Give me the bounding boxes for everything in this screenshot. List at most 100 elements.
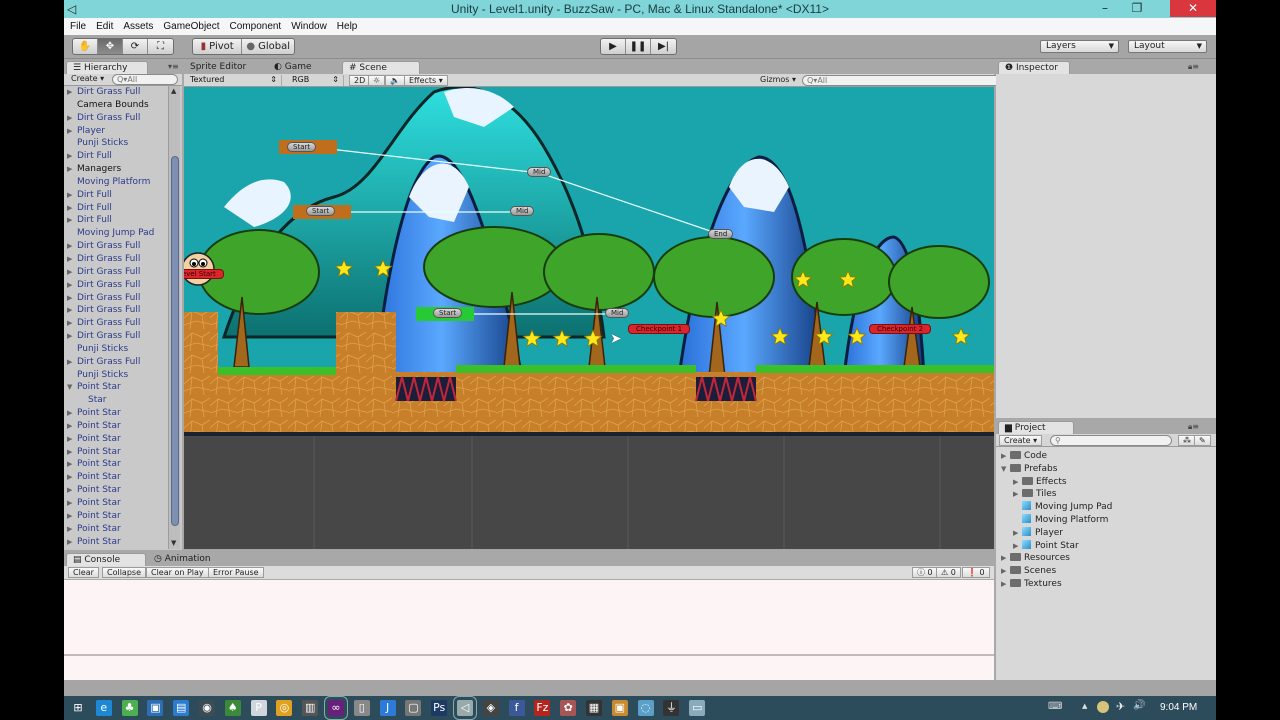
tab-console[interactable]: ▤ Console: [66, 553, 146, 566]
hierarchy-item[interactable]: ▶ Dirt Grass Full: [64, 86, 168, 99]
taskbar-app-jetbrains-icon[interactable]: J: [379, 700, 396, 716]
move-tool-button[interactable]: ✥: [98, 39, 123, 54]
collapsed-arrow-icon[interactable]: ▶: [67, 253, 72, 266]
collapsed-arrow-icon[interactable]: ▶: [67, 214, 72, 227]
tab-scene[interactable]: # Scene: [342, 61, 420, 74]
hierarchy-item[interactable]: Star: [64, 394, 168, 407]
taskbar-app-usb-icon[interactable]: ⏚: [663, 700, 680, 716]
project-item[interactable]: Moving Jump Pad: [1000, 501, 1214, 514]
taskbar-app-qr-icon[interactable]: ▦: [586, 700, 602, 716]
taskbar-app-p-icon[interactable]: P: [250, 700, 267, 716]
taskbar-filezilla-icon[interactable]: Fz: [534, 700, 551, 716]
tab-sprite-editor[interactable]: Sprite Editor: [184, 61, 252, 74]
hierarchy-item[interactable]: ▶ Dirt Grass Full: [64, 292, 168, 305]
collapsed-arrow-icon[interactable]: ▶: [67, 510, 72, 523]
menu-gameobject[interactable]: GameObject: [163, 21, 219, 32]
rotate-tool-button[interactable]: ⟳: [123, 39, 148, 54]
pivot-button[interactable]: ▮ Pivot: [193, 39, 243, 54]
taskbar-photoshop-icon[interactable]: Ps: [431, 700, 448, 716]
project-item[interactable]: ▶ Scenes: [1000, 565, 1214, 578]
error-count-toggle[interactable]: ❗ 0: [962, 567, 990, 578]
collapsed-arrow-icon[interactable]: ▶: [67, 125, 72, 138]
tab-inspector[interactable]: ❶ Inspector: [998, 61, 1070, 74]
menu-assets[interactable]: Assets: [123, 21, 153, 32]
tab-game[interactable]: ◐ Game: [268, 61, 318, 74]
menu-file[interactable]: File: [70, 21, 86, 32]
collapsed-arrow-icon[interactable]: ▶: [67, 536, 72, 549]
global-button[interactable]: ● Global: [242, 39, 294, 54]
collapsed-arrow-icon[interactable]: ▶: [67, 446, 72, 459]
path-mid-label[interactable]: Mid: [605, 308, 630, 318]
collapsed-arrow-icon[interactable]: ▶: [67, 484, 72, 497]
scene-lighting-toggle[interactable]: ☼: [368, 75, 386, 86]
collapsed-arrow-icon[interactable]: ▶: [67, 279, 72, 292]
collapsed-arrow-icon[interactable]: ▶: [67, 86, 72, 99]
collapsed-arrow-icon[interactable]: ▶: [67, 356, 72, 369]
hierarchy-item[interactable]: Punji Sticks: [64, 343, 168, 356]
warning-count-toggle[interactable]: ⚠ 0: [936, 567, 961, 578]
collapsed-arrow-icon[interactable]: ▶: [67, 292, 72, 305]
console-clear-button[interactable]: Clear: [68, 567, 99, 578]
hierarchy-item[interactable]: ▶ Dirt Grass Full: [64, 317, 168, 330]
clock[interactable]: 9:04 PM: [1160, 702, 1197, 713]
project-create-button[interactable]: Create ▾: [999, 435, 1043, 446]
collapsed-arrow-icon[interactable]: ▶: [67, 304, 72, 317]
collapsed-arrow-icon[interactable]: ▶: [67, 150, 72, 163]
collapsed-arrow-icon[interactable]: ▶: [67, 240, 72, 253]
taskbar-app-ring-icon[interactable]: ◌: [637, 700, 654, 716]
hierarchy-item[interactable]: ▶ Point Star: [64, 458, 168, 471]
project-item[interactable]: ▼ Prefabs: [1000, 463, 1214, 476]
hierarchy-item[interactable]: ▶ Player: [64, 125, 168, 138]
project-item[interactable]: ▶ Code: [1000, 450, 1214, 463]
taskbar-steam-icon[interactable]: ◉: [199, 700, 215, 716]
taskbar-app-paper-icon[interactable]: ▯: [353, 700, 370, 716]
taskbar-app-plant-icon[interactable]: ♠: [224, 700, 241, 716]
hierarchy-item[interactable]: ▶ Dirt Grass Full: [64, 112, 168, 125]
hierarchy-item[interactable]: ▶ Point Star: [64, 484, 168, 497]
console-error-pause-button[interactable]: Error Pause: [208, 567, 264, 578]
collapsed-arrow-icon[interactable]: ▶: [67, 523, 72, 536]
menu-component[interactable]: Component: [230, 21, 282, 32]
gizmos-dropdown[interactable]: Gizmos ▾: [756, 75, 800, 86]
hierarchy-item[interactable]: ▶ Point Star: [64, 510, 168, 523]
hierarchy-item[interactable]: ▶ Dirt Grass Full: [64, 304, 168, 317]
menu-help[interactable]: Help: [337, 21, 358, 32]
collapsed-arrow-icon[interactable]: ▶: [67, 497, 72, 510]
taskbar-app-terminal-icon[interactable]: ▥: [302, 700, 319, 716]
restore-button[interactable]: ❐: [1122, 0, 1152, 17]
filter-by-label-icon[interactable]: ✎: [1194, 435, 1211, 446]
path-mid-label[interactable]: Mid: [527, 167, 552, 177]
level-start-label[interactable]: Level Start: [184, 269, 224, 279]
collapsed-arrow-icon[interactable]: ▶: [1001, 578, 1006, 591]
hierarchy-create-button[interactable]: Create ▾: [67, 74, 108, 85]
hierarchy-item[interactable]: ▶ Dirt Full: [64, 214, 168, 227]
collapsed-arrow-icon[interactable]: ▶: [67, 433, 72, 446]
collapsed-arrow-icon[interactable]: ▶: [67, 112, 72, 125]
path-start-label[interactable]: Start: [433, 308, 463, 318]
project-search-input[interactable]: ⚲: [1050, 435, 1172, 446]
scroll-up-icon[interactable]: ▲: [171, 87, 176, 95]
console-clear-on-play-button[interactable]: Clear on Play: [146, 567, 209, 578]
hierarchy-scrollbar[interactable]: ▲ ▼: [168, 86, 180, 549]
collapsed-arrow-icon[interactable]: ▶: [1013, 527, 1018, 540]
taskbar-app-flower-icon[interactable]: ✿: [560, 700, 577, 716]
info-count-toggle[interactable]: ⓘ 0: [912, 567, 938, 578]
taskbar-chrome-icon[interactable]: ◎: [276, 700, 293, 716]
collapsed-arrow-icon[interactable]: ▶: [67, 189, 72, 202]
project-item[interactable]: ▶ Textures: [1000, 578, 1214, 591]
path-end-label[interactable]: End: [708, 229, 734, 239]
expanded-arrow-icon[interactable]: ▼: [67, 381, 72, 394]
project-item[interactable]: ▶ Effects: [1000, 476, 1214, 489]
console-log-area[interactable]: [64, 580, 994, 680]
taskbar-app-explorer-icon[interactable]: ▣: [147, 700, 164, 716]
render-mode-dropdown[interactable]: RGB ⇕: [288, 75, 344, 86]
hierarchy-item[interactable]: ▶ Point Star: [64, 523, 168, 536]
console-splitter[interactable]: [64, 654, 994, 656]
taskbar-internet-explorer-icon[interactable]: e: [95, 700, 112, 716]
collapsed-arrow-icon[interactable]: ▶: [67, 266, 72, 279]
hierarchy-item[interactable]: ▶ Dirt Grass Full: [64, 266, 168, 279]
path-mid-label[interactable]: Mid: [510, 206, 535, 216]
close-button[interactable]: ✕: [1170, 0, 1216, 17]
hierarchy-item[interactable]: ▶ Managers: [64, 163, 168, 176]
hierarchy-item[interactable]: Moving Jump Pad: [64, 227, 168, 240]
